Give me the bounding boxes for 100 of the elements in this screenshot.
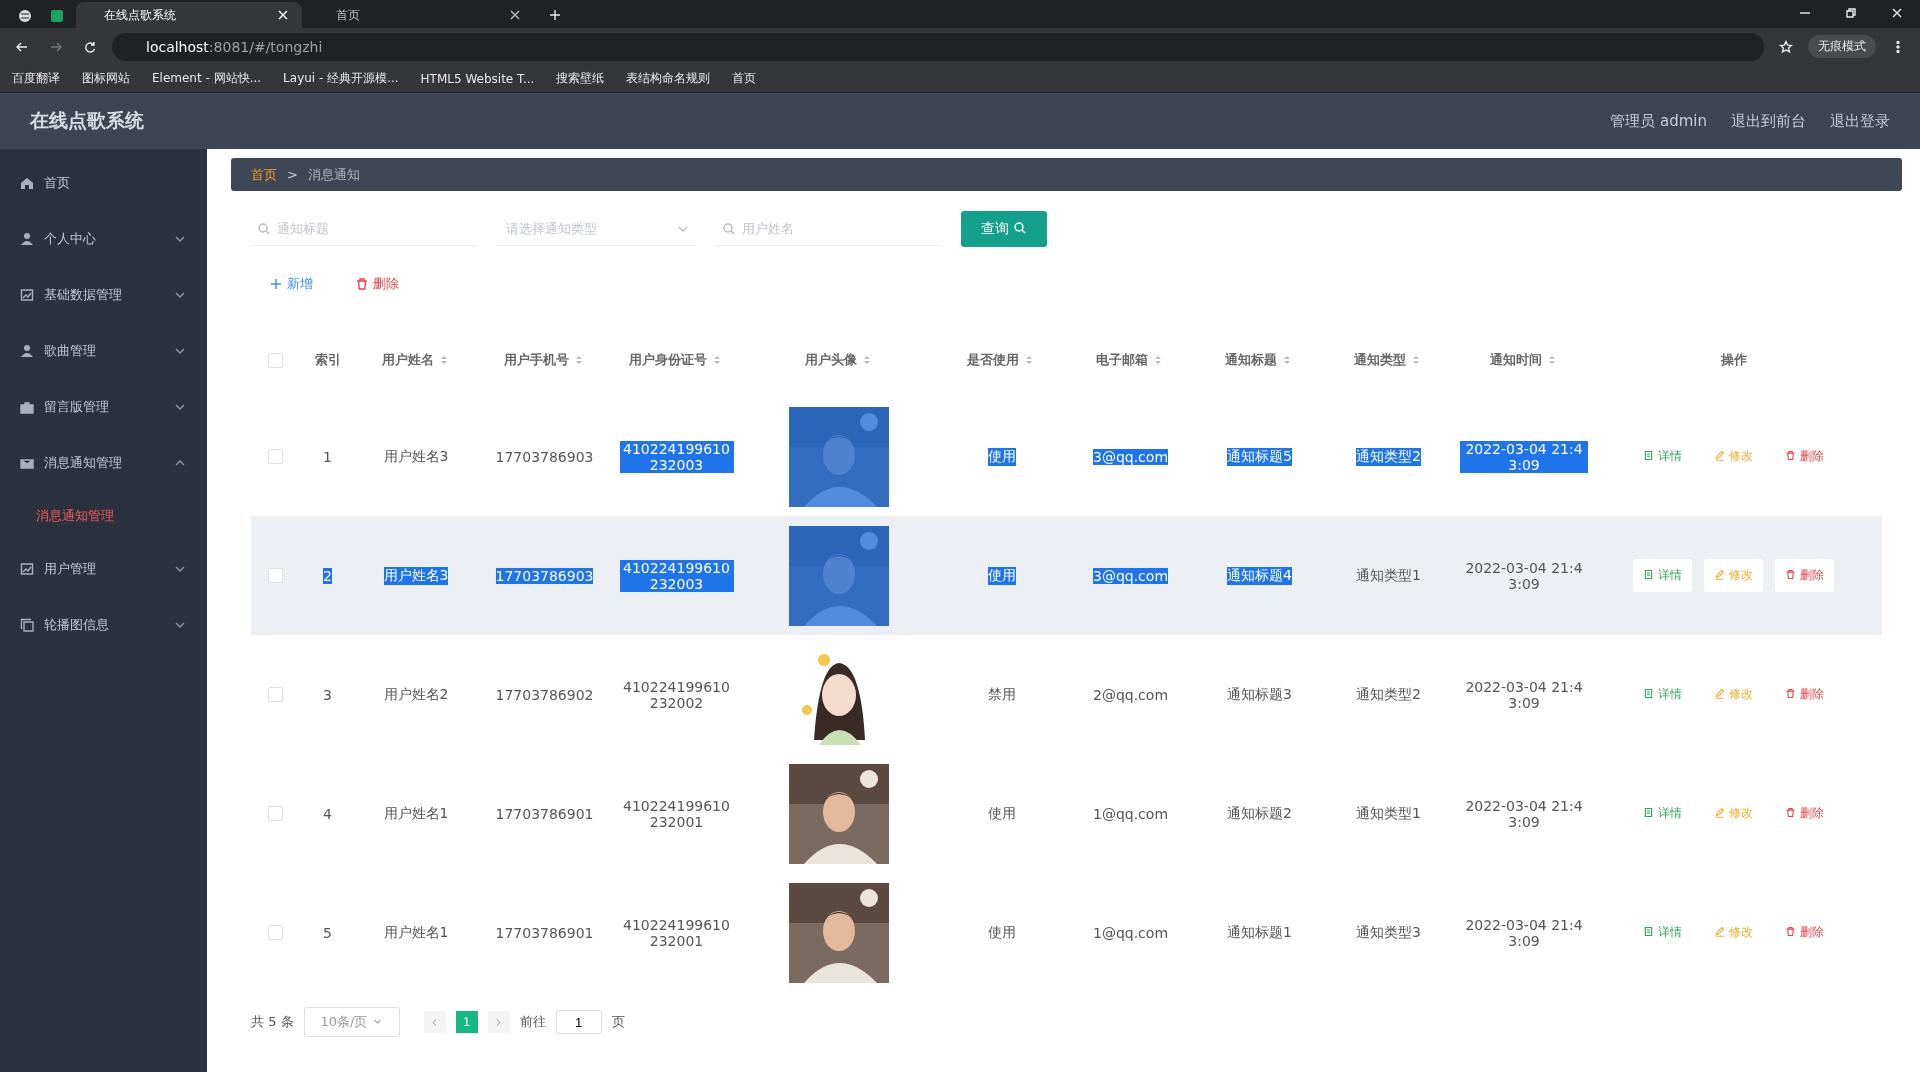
- page-size-select[interactable]: 10条/页: [303, 1007, 400, 1037]
- sidebar-item[interactable]: 轮播图信息: [44, 616, 163, 634]
- delete-button[interactable]: 删除: [1774, 797, 1834, 830]
- column-header[interactable]: 通知类型: [1354, 351, 1406, 369]
- delete-button[interactable]: 删除: [1774, 559, 1834, 592]
- envelope-icon: [20, 456, 34, 470]
- delete-button[interactable]: 删除: [1774, 916, 1834, 949]
- bookmark-link[interactable]: 表结构命名规则: [626, 70, 711, 87]
- table-cell-text: 2022-03-04 21:43:09: [1464, 559, 1584, 592]
- table-cell: 通知类型1: [1356, 566, 1421, 585]
- pencil-icon: [1714, 688, 1726, 699]
- pencil-icon: [1714, 450, 1726, 461]
- column-header[interactable]: 用户身份证号: [629, 351, 707, 369]
- checkbox[interactable]: [268, 568, 283, 583]
- breadcrumb-link[interactable]: 首页: [251, 165, 277, 184]
- bookmark-link[interactable]: 百度翻译: [12, 70, 60, 87]
- checkbox[interactable]: [268, 925, 283, 940]
- column-header[interactable]: 是否使用: [967, 351, 1019, 369]
- sidebar-subitem[interactable]: 消息通知管理: [0, 491, 207, 541]
- document-icon: [1643, 926, 1655, 937]
- bookmark-link[interactable]: Element - 网站快...: [152, 70, 262, 87]
- address-bar[interactable]: localhost:8081/#/tongzhi: [112, 32, 1764, 61]
- browser-tab[interactable]: 首页: [308, 2, 534, 28]
- table-cell: 使用: [987, 804, 1016, 823]
- table-cell: 通知标题3: [1227, 685, 1292, 704]
- table-cell: 17703786902: [495, 686, 594, 703]
- trash-icon: [1784, 688, 1796, 699]
- table-cell: 通知类型3: [1356, 923, 1421, 942]
- column-header: 操作: [1720, 351, 1747, 369]
- table-cell: 用户姓名3: [383, 447, 449, 466]
- pencil-icon: [1714, 569, 1726, 580]
- header-link[interactable]: 退出登录: [1830, 111, 1890, 131]
- checkbox[interactable]: [268, 806, 283, 821]
- sidebar-item[interactable]: 消息通知管理: [44, 454, 163, 472]
- table-cell-text: 2022-03-04 21:43:09: [1464, 797, 1584, 830]
- table-cell: 使用: [987, 447, 1016, 466]
- table-cell-text: 410224199610232001: [622, 797, 731, 830]
- sidebar-item[interactable]: 个人中心: [44, 230, 163, 248]
- bookmark-link[interactable]: Layui - 经典开源模...: [283, 70, 399, 87]
- delete-button[interactable]: 删除: [1774, 678, 1834, 711]
- prev-page-button[interactable]: [423, 1011, 446, 1033]
- header-link[interactable]: 管理员 admin: [1610, 111, 1707, 131]
- table-cell: 使用: [987, 566, 1016, 585]
- sidebar-item[interactable]: 基础数据管理: [44, 286, 163, 304]
- table-cell: 用户姓名1: [383, 923, 449, 942]
- search-icon: [1013, 221, 1028, 235]
- bookmark-link[interactable]: 图标网站: [82, 70, 130, 87]
- document-icon: [1643, 569, 1655, 580]
- close-icon[interactable]: [508, 8, 522, 22]
- column-header[interactable]: 电子邮箱: [1096, 351, 1148, 369]
- detail-button[interactable]: 详情: [1633, 797, 1693, 830]
- close-icon[interactable]: [276, 8, 290, 22]
- delete-button[interactable]: 删除: [1774, 440, 1834, 473]
- checkbox[interactable]: [268, 687, 283, 702]
- add-button[interactable]: 新增: [263, 271, 319, 297]
- detail-button[interactable]: 详情: [1633, 678, 1693, 711]
- table-cell: 用户姓名2: [383, 685, 449, 704]
- table-cell: 用户姓名1: [383, 804, 449, 823]
- column-header[interactable]: 通知时间: [1489, 351, 1542, 369]
- header-link[interactable]: 退出到前台: [1731, 111, 1806, 131]
- column-header[interactable]: 用户手机号: [503, 351, 569, 369]
- detail-button[interactable]: 详情: [1633, 559, 1693, 592]
- checkbox[interactable]: [268, 449, 283, 464]
- sidebar-item[interactable]: 用户管理: [44, 560, 163, 578]
- document-icon: [1643, 450, 1655, 461]
- bookmark-link[interactable]: 首页: [732, 70, 757, 87]
- page-input[interactable]: 1: [555, 1010, 602, 1034]
- search-field[interactable]: 用户姓名: [716, 212, 941, 246]
- trash-icon: [1784, 450, 1796, 461]
- sidebar-item[interactable]: 歌曲管理: [44, 342, 163, 360]
- table-cell: 410224199610232003: [619, 440, 734, 473]
- search-field[interactable]: 通知标题: [251, 212, 476, 246]
- checkbox[interactable]: [268, 352, 283, 368]
- browser-tab[interactable]: 在线点歌系统: [76, 2, 302, 28]
- table-cell: 通知标题5: [1227, 447, 1292, 466]
- table-cell: 禁用: [987, 685, 1016, 704]
- breadcrumb-link[interactable]: 消息通知: [307, 165, 360, 184]
- detail-button[interactable]: 详情: [1633, 440, 1693, 473]
- bookmark-link[interactable]: 搜索壁纸: [556, 70, 605, 87]
- sidebar-item[interactable]: 留言版管理: [44, 398, 163, 416]
- chart-icon: [20, 288, 34, 302]
- person-icon: [20, 344, 34, 358]
- column-header[interactable]: 用户姓名: [381, 351, 434, 369]
- detail-button[interactable]: 详情: [1633, 916, 1693, 949]
- next-page-button[interactable]: [487, 1011, 510, 1033]
- query-button[interactable]: 查询: [961, 211, 1048, 247]
- document-icon: [1643, 688, 1655, 699]
- column-header[interactable]: 通知标题: [1225, 351, 1277, 369]
- column-header[interactable]: 用户头像: [804, 351, 857, 369]
- delete-button[interactable]: 删除: [349, 271, 405, 297]
- trash-icon: [1784, 569, 1796, 580]
- table-cell-text: 2022-03-04 21:43:09: [1464, 678, 1584, 711]
- table-cell: 通知标题2: [1227, 804, 1292, 823]
- type-select[interactable]: 请选择通知类型: [496, 212, 696, 246]
- stack-icon: [20, 618, 34, 632]
- bookmark-link[interactable]: HTML5 Website T...: [420, 71, 535, 86]
- column-header: 索引: [314, 351, 341, 369]
- table-cell: 2: [323, 567, 332, 584]
- profile-button[interactable]: 无痕模式: [1808, 35, 1876, 58]
- sidebar-item[interactable]: 首页: [44, 174, 187, 192]
